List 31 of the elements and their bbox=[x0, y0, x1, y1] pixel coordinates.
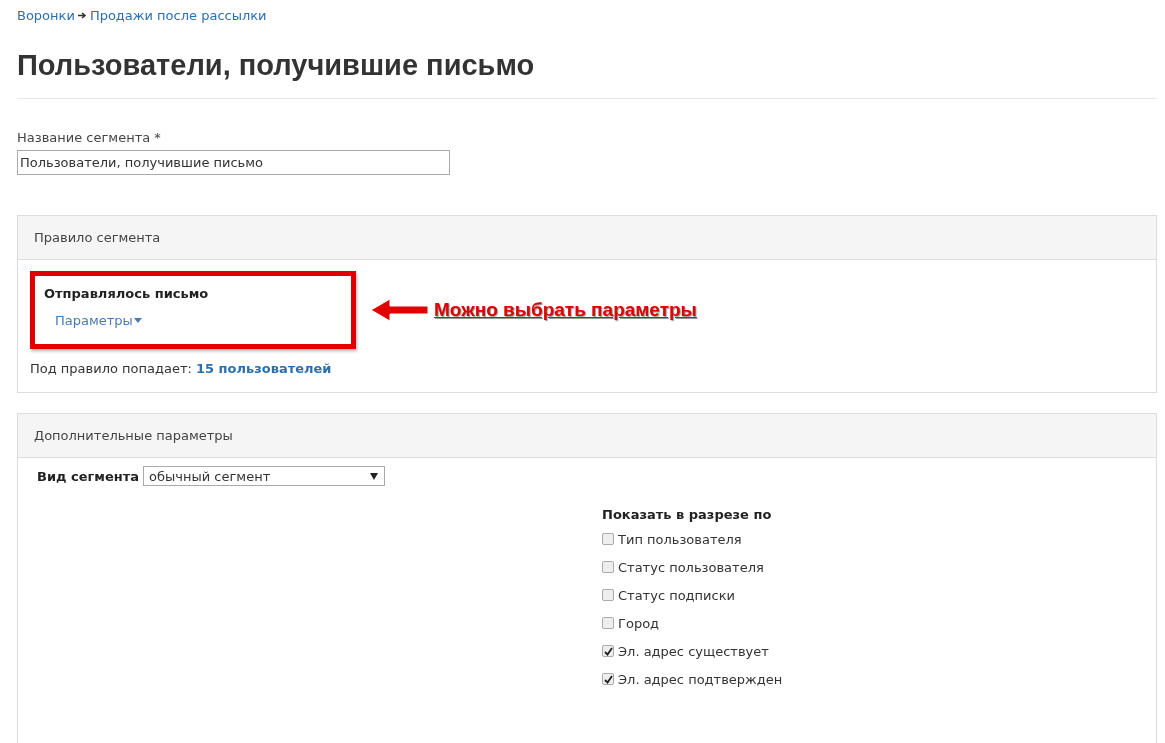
segment-name-field[interactable]: Пользователи, получившие письмо bbox=[17, 150, 450, 175]
checkbox[interactable] bbox=[602, 533, 614, 545]
checkbox-label: Город bbox=[618, 615, 660, 631]
field-label: Название сегмента * bbox=[17, 130, 162, 145]
arrow-icon bbox=[370, 297, 430, 323]
checkbox-label: Статус пользователя bbox=[618, 559, 764, 575]
checkbox-label: Статус подписки bbox=[618, 587, 735, 603]
breadcrumb-link[interactable]: Продажи после рассылки bbox=[89, 8, 267, 23]
panel-header: Дополнительные параметры bbox=[18, 414, 1156, 458]
annotation-text: Можно выбрать параметры bbox=[434, 299, 697, 321]
checkbox[interactable] bbox=[602, 645, 614, 657]
breakdown-title: Показать в разрезе по bbox=[602, 507, 773, 522]
checkbox-label: Эл. адрес существует bbox=[618, 643, 769, 659]
checkbox[interactable] bbox=[602, 589, 614, 601]
panel-header: Правило сегмента bbox=[18, 216, 1156, 260]
caret-icon bbox=[133, 318, 142, 323]
checkbox[interactable] bbox=[602, 561, 614, 573]
checkbox-label: Тип пользователя bbox=[618, 531, 742, 547]
parameters-dropdown[interactable]: Параметры bbox=[55, 313, 142, 328]
arrow-icon bbox=[77, 12, 87, 19]
checkbox[interactable] bbox=[602, 617, 614, 629]
breadcrumb-link[interactable]: Воронки bbox=[17, 8, 75, 23]
dropdown-triangle-icon bbox=[370, 472, 379, 480]
field-label: Вид сегмента bbox=[37, 468, 140, 484]
segment-type-select[interactable]: обычный сегмент bbox=[143, 466, 386, 486]
checkbox-label: Эл. адрес подтвержден bbox=[618, 671, 783, 687]
count-label: Под правило попадает: bbox=[30, 361, 192, 376]
page-title: Пользователи, получившие письмо bbox=[17, 48, 536, 83]
checkbox[interactable] bbox=[602, 673, 614, 685]
users-count-link[interactable]: 15 пользователей bbox=[195, 361, 332, 376]
rule-title: Отправлялось письмо bbox=[44, 286, 210, 301]
